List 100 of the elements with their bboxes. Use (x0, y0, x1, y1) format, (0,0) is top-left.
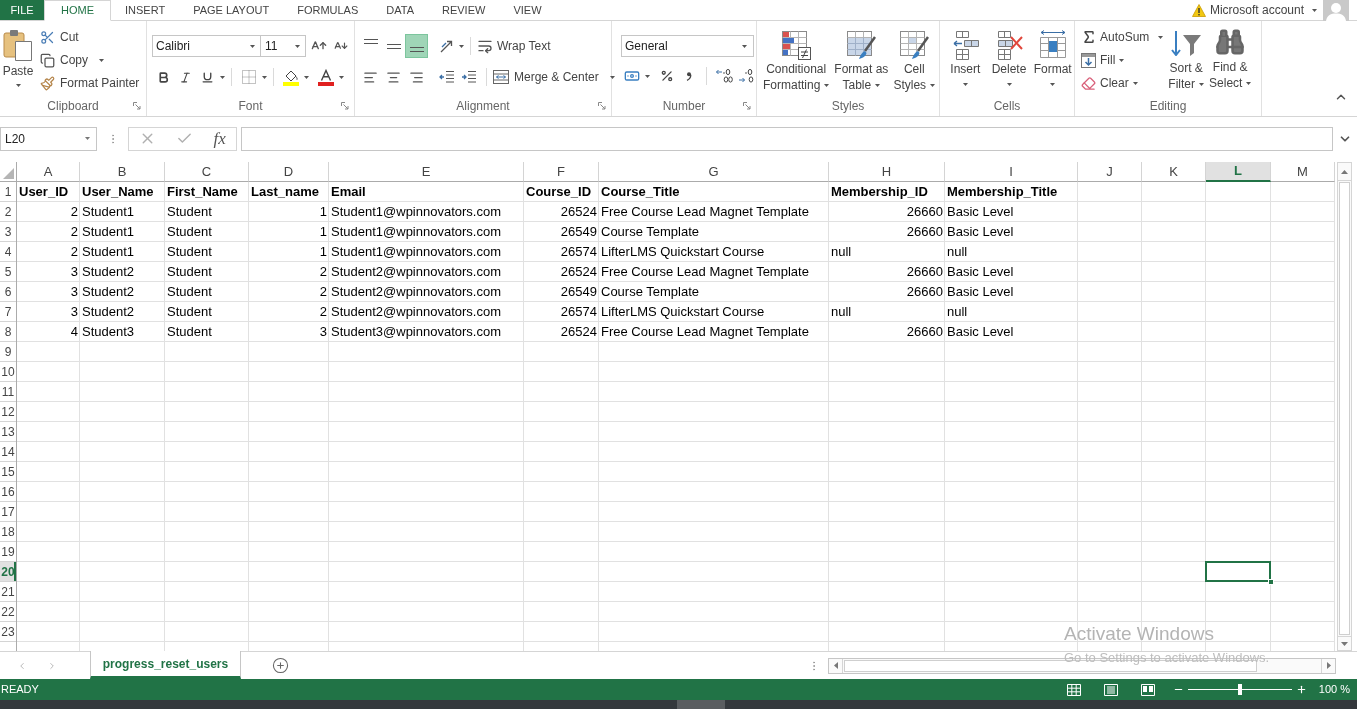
cut-button[interactable]: Cut (40, 27, 140, 47)
table-cell-text: Course Template (600, 222, 701, 241)
ribbon-tab[interactable]: REVIEW (428, 0, 500, 20)
column-header[interactable]: H (829, 162, 945, 182)
copy-button[interactable]: Copy (40, 50, 140, 70)
wrap-text-button[interactable]: Wrap Text (477, 35, 551, 57)
file-tab[interactable]: FILE (0, 0, 44, 20)
table-cell-text: Free Course Lead Magnet Template (600, 262, 810, 281)
column-header[interactable]: K (1142, 162, 1206, 182)
align-lines-icon (409, 47, 424, 52)
table-cell-text: Student (166, 242, 213, 261)
ribbon-tab[interactable]: PAGE LAYOUT (179, 0, 284, 20)
format-as-table-button[interactable]: Format as Table (832, 29, 891, 93)
table-cell-text: 26524 (559, 262, 598, 281)
conditional-formatting-button[interactable]: Conditional Formatting (761, 29, 832, 93)
fill-button[interactable]: Fill (1081, 50, 1164, 70)
vertical-align-button[interactable] (405, 34, 428, 58)
underline-icon (200, 70, 214, 84)
zoom-level[interactable]: 100 % (1318, 681, 1350, 698)
caret-icon (1132, 81, 1138, 85)
decrease-indent-icon (439, 70, 455, 84)
column-header[interactable]: M (1271, 162, 1335, 182)
table-cell-text: 3 (69, 262, 79, 281)
delete-button[interactable]: Delete (987, 29, 1031, 86)
zoom-slider[interactable] (1187, 684, 1292, 695)
sort-filter-button[interactable]: Sort & Filter (1168, 27, 1205, 93)
table-cell-text: Course Template (600, 282, 701, 301)
column-header[interactable]: J (1078, 162, 1142, 182)
column-header[interactable]: G (599, 162, 829, 182)
insert-function-button[interactable]: fx (213, 128, 226, 149)
column-header[interactable]: C (165, 162, 249, 182)
cell-cursor (1205, 561, 1274, 585)
table-brush-icon (845, 29, 878, 61)
formula-input[interactable] (241, 126, 1333, 151)
scroll-down-icon[interactable] (1341, 641, 1348, 646)
scroll-up-icon[interactable] (1341, 169, 1348, 174)
zoom-in-icon[interactable] (1295, 684, 1307, 695)
paste-button[interactable]: Paste (2, 27, 34, 93)
table-cell-text: 26660 (905, 202, 944, 221)
dialog-launcher-icon[interactable] (598, 102, 606, 110)
activation-message: Go to Settings to activate Windows. (1064, 650, 1270, 665)
dialog-launcher-icon[interactable] (341, 102, 349, 110)
table-cell-text: Student2@wpinnovators.com (330, 302, 502, 321)
column-header[interactable]: I (945, 162, 1078, 182)
sheet-tab[interactable]: progress_reset_users (90, 651, 241, 679)
column-header[interactable]: D (249, 162, 329, 182)
account-name[interactable]: Microsoft account (1209, 1, 1304, 19)
zoom-thumb[interactable] (1237, 684, 1242, 695)
caret-icon (1119, 58, 1125, 62)
caret-icon (1312, 8, 1317, 12)
number-format-dropdown[interactable]: General (621, 35, 754, 57)
column-header[interactable]: A (17, 162, 80, 182)
dialog-launcher-icon[interactable] (743, 102, 751, 110)
vertical-scrollbar[interactable] (1337, 162, 1352, 651)
clear-button[interactable]: Clear (1081, 73, 1164, 93)
ribbon-tab[interactable]: VIEW (499, 0, 556, 20)
ribbon-tab[interactable]: FORMULAS (283, 0, 373, 20)
table-cell-text: Membership_ID (830, 182, 929, 201)
cell-styles-button[interactable]: Cell Styles (891, 29, 938, 93)
ribbon-tab[interactable]: INSERT (111, 0, 180, 20)
name-box[interactable]: L20 (0, 126, 97, 151)
page-break-view-icon[interactable] (1140, 683, 1155, 696)
column-header[interactable]: F (524, 162, 599, 182)
caret-icon (220, 75, 225, 79)
page-layout-view-icon[interactable] (1103, 683, 1118, 696)
table-cell-text: 26549 (559, 222, 598, 241)
table-cell-text: 2 (69, 222, 79, 241)
autosum-button[interactable]: AutoSum (1081, 27, 1164, 47)
format-painter-button[interactable]: Format Painter (40, 73, 140, 93)
clipboard-icon (3, 29, 33, 61)
font-name-dropdown[interactable]: Calibri (152, 35, 261, 57)
table-cell-text: Basic Level (946, 282, 1015, 301)
dialog-launcher-icon[interactable] (133, 102, 141, 110)
group-label: Clipboard (47, 99, 99, 113)
conditional-formatting-icon (780, 29, 813, 61)
scroll-left-icon[interactable] (833, 662, 838, 669)
align-center-icon (386, 69, 401, 85)
scissors-icon (40, 29, 55, 45)
ribbon-tab[interactable]: DATA (372, 0, 428, 20)
table-cell-text: LifterLMS Quickstart Course (600, 302, 766, 321)
caret-icon (262, 75, 267, 79)
normal-view-icon[interactable] (1066, 683, 1081, 696)
find-select-button[interactable]: Find & Select (1209, 27, 1252, 93)
font-color-icon (318, 68, 334, 86)
insert-button[interactable]: Insert (944, 29, 987, 86)
column-header[interactable]: L (1206, 162, 1271, 182)
font-size-dropdown[interactable]: 11 (261, 35, 306, 57)
table-cell-text: Student (166, 302, 213, 321)
merge-center-button[interactable]: Merge & Center (493, 66, 615, 88)
table-cell-text: LifterLMS Quickstart Course (600, 242, 766, 261)
ribbon-tab[interactable]: HOME (44, 0, 111, 21)
table-cell-text: 2 (318, 302, 328, 321)
format-button[interactable]: Format (1031, 29, 1074, 86)
column-header[interactable]: B (80, 162, 165, 182)
row-header[interactable]: 20 (0, 562, 16, 582)
table-cell-text: null (830, 242, 853, 261)
column-header[interactable]: E (329, 162, 524, 182)
increase-decimal-icon (715, 68, 733, 84)
scroll-right-icon[interactable] (1326, 662, 1331, 669)
add-sheet-icon[interactable] (272, 657, 289, 674)
